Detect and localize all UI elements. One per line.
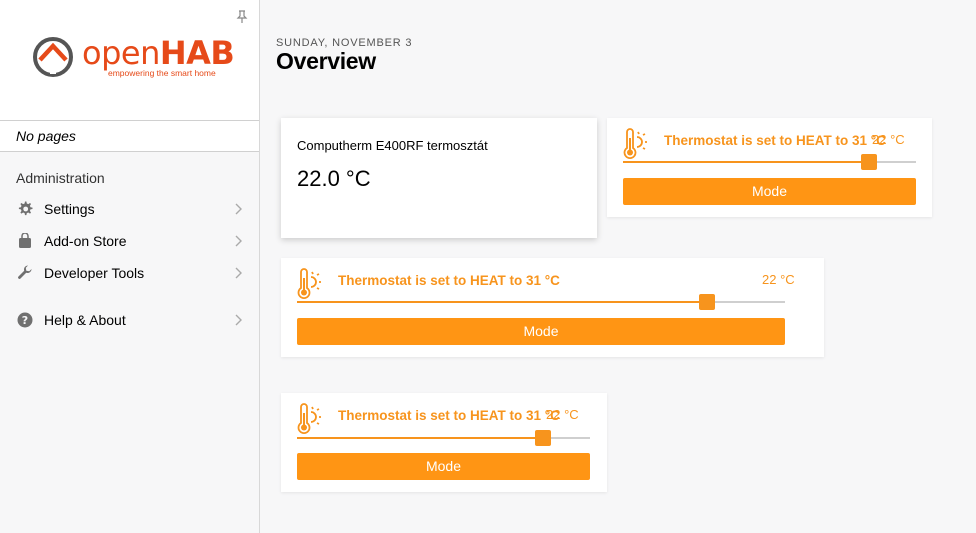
thermometer-sun-icon <box>297 403 321 434</box>
sidebar-item-label: Add-on Store <box>44 233 127 249</box>
sidebar: openHAB empowering the smart home No pag… <box>0 0 260 533</box>
thermostat-state-label: Thermostat is set to HEAT to 31 °C <box>664 133 886 148</box>
no-pages-label: No pages <box>0 120 259 152</box>
administration-heading: Administration <box>16 170 105 186</box>
sidebar-item-label: Developer Tools <box>44 265 145 281</box>
setpoint-slider-handle[interactable] <box>861 154 878 170</box>
thermostat-state-label: Thermostat is set to HEAT to 31 °C <box>338 273 560 288</box>
thermostat-current-temp: 22 °C <box>872 132 905 147</box>
mode-button[interactable]: Mode <box>297 318 785 345</box>
sidebar-item-addon-store[interactable]: Add-on Store <box>0 227 259 255</box>
thermometer-sun-icon <box>297 268 321 299</box>
openhab-logo-icon <box>33 37 73 77</box>
thermostat-state-label: Thermostat is set to HEAT to 31 °C <box>338 408 560 423</box>
chevron-right-icon <box>235 314 242 326</box>
card-label: Computherm E400RF termosztát <box>297 138 488 153</box>
chevron-right-icon <box>235 203 242 215</box>
logo-area: openHAB empowering the smart home <box>0 0 259 120</box>
wrench-icon <box>16 264 34 282</box>
pin-icon[interactable] <box>236 10 248 24</box>
svg-text:?: ? <box>22 314 28 327</box>
label-card[interactable]: Computherm E400RF termosztát 22.0 °C <box>281 118 597 238</box>
thermometer-sun-icon <box>623 128 647 159</box>
thermostat-current-temp: 22 °C <box>762 272 795 287</box>
logo-wordmark: openHAB <box>82 34 235 72</box>
setpoint-slider-fill <box>623 161 870 163</box>
help-circle-icon: ? <box>16 311 34 329</box>
chevron-right-icon <box>235 267 242 279</box>
page-title: Overview <box>276 48 376 74</box>
card-value: 22.0 °C <box>297 166 371 191</box>
thermostat-card: Thermostat is set to HEAT to 31 °C 22 °C… <box>281 258 824 357</box>
mode-button[interactable]: Mode <box>623 178 916 205</box>
setpoint-slider-fill <box>297 437 544 439</box>
logo-tagline: empowering the smart home <box>108 68 216 78</box>
sidebar-item-settings[interactable]: Settings <box>0 195 259 223</box>
sidebar-item-help-about[interactable]: ? Help & About <box>0 306 259 334</box>
setpoint-slider-handle[interactable] <box>535 430 552 446</box>
setpoint-slider-handle[interactable] <box>698 294 715 310</box>
setpoint-slider-fill <box>297 301 707 303</box>
sidebar-item-developer-tools[interactable]: Developer Tools <box>0 259 259 287</box>
thermostat-card: Thermostat is set to HEAT to 31 °C 22 °C… <box>281 393 607 492</box>
thermostat-card: Thermostat is set to HEAT to 31 °C 22 °C… <box>607 118 932 217</box>
mode-button[interactable]: Mode <box>297 453 590 480</box>
shopping-bag-icon <box>16 232 34 250</box>
gear-icon <box>16 200 34 218</box>
openhab-logo: openHAB empowering the smart home <box>30 34 235 80</box>
sidebar-item-label: Help & About <box>44 312 126 328</box>
chevron-right-icon <box>235 235 242 247</box>
thermostat-current-temp: 22 °C <box>546 407 579 422</box>
sidebar-item-label: Settings <box>44 201 95 217</box>
